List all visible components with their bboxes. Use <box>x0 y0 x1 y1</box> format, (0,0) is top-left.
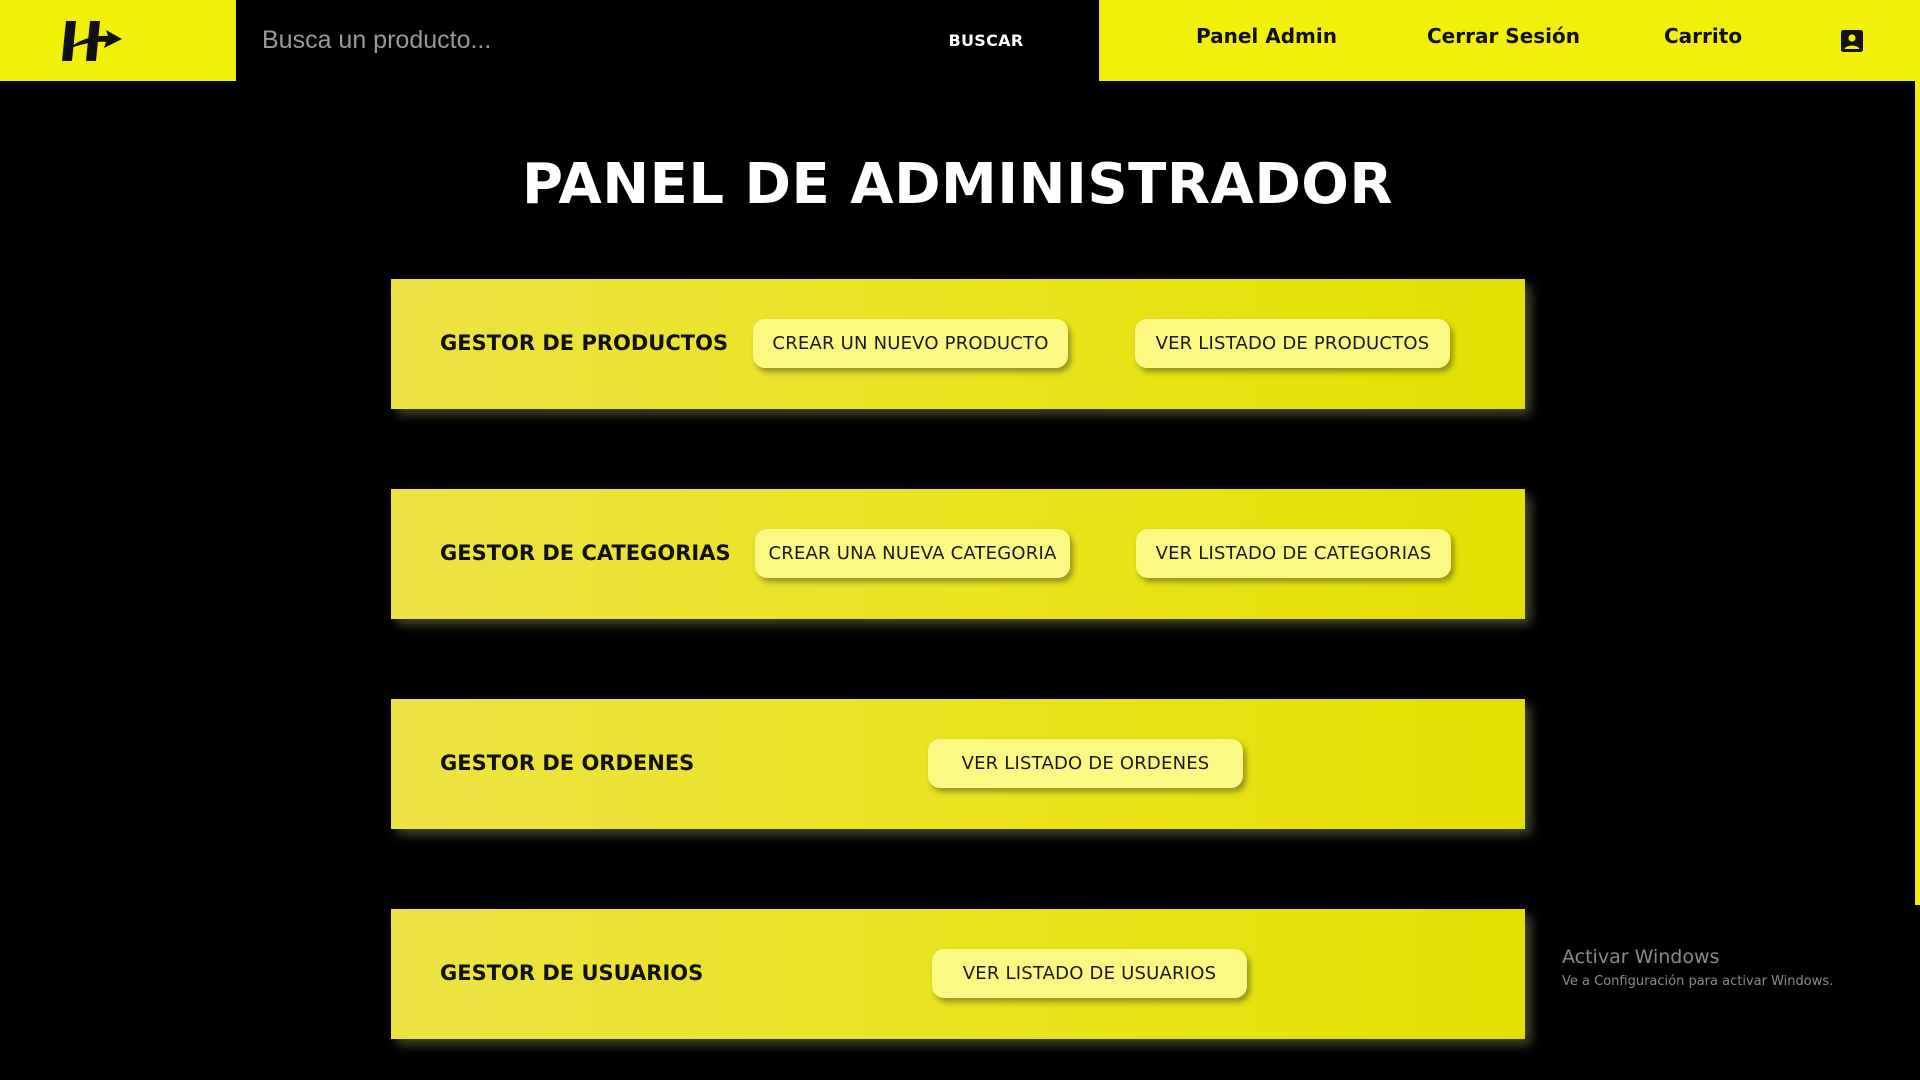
list-orders-button[interactable]: VER LISTADO DE ORDENES <box>928 739 1243 788</box>
nav-logout-link[interactable]: Cerrar Sesión <box>1427 24 1580 48</box>
orders-manager-panel: GESTOR DE ORDENES VER LISTADO DE ORDENES <box>391 699 1525 829</box>
page-title: PANEL DE ADMINISTRADOR <box>521 152 1394 217</box>
top-navbar: BUSCAR Panel Admin Cerrar Sesión Carrito <box>0 0 1915 81</box>
search-input[interactable] <box>260 18 880 62</box>
list-categories-button[interactable]: VER LISTADO DE CATEGORIAS <box>1136 529 1451 578</box>
h-arrow-logo-icon[interactable] <box>62 19 122 63</box>
scrollbar-edge[interactable] <box>1915 0 1920 905</box>
nav-admin-panel-link[interactable]: Panel Admin <box>1196 24 1337 48</box>
categories-manager-panel: GESTOR DE CATEGORIAS CREAR UNA NUEVA CAT… <box>391 489 1525 619</box>
products-manager-panel: GESTOR DE PRODUCTOS CREAR UN NUEVO PRODU… <box>391 279 1525 409</box>
users-manager-panel: GESTOR DE USUARIOS VER LISTADO DE USUARI… <box>391 909 1525 1039</box>
panel-title: GESTOR DE ORDENES <box>440 751 695 775</box>
search-bar: BUSCAR <box>236 0 1099 81</box>
logo-container[interactable] <box>0 0 236 81</box>
nav-links: Panel Admin Cerrar Sesión Carrito <box>1099 0 1915 81</box>
panel-title: GESTOR DE PRODUCTOS <box>440 331 729 355</box>
account-box-icon[interactable] <box>1840 29 1864 53</box>
list-users-button[interactable]: VER LISTADO DE USUARIOS <box>932 949 1247 998</box>
create-category-button[interactable]: CREAR UNA NUEVA CATEGORIA <box>755 529 1070 578</box>
create-product-button[interactable]: CREAR UN NUEVO PRODUCTO <box>753 319 1068 368</box>
watermark-subtitle: Ve a Configuración para activar Windows. <box>1562 974 1834 989</box>
list-products-button[interactable]: VER LISTADO DE PRODUCTOS <box>1135 319 1450 368</box>
nav-cart-link[interactable]: Carrito <box>1664 24 1742 48</box>
windows-activation-watermark: Activar Windows Ve a Configuración para … <box>1562 944 1833 992</box>
panel-title: GESTOR DE USUARIOS <box>440 961 704 985</box>
panel-title: GESTOR DE CATEGORIAS <box>440 541 731 565</box>
search-button[interactable]: BUSCAR <box>916 22 1056 58</box>
watermark-title: Activar Windows <box>1562 946 1720 968</box>
